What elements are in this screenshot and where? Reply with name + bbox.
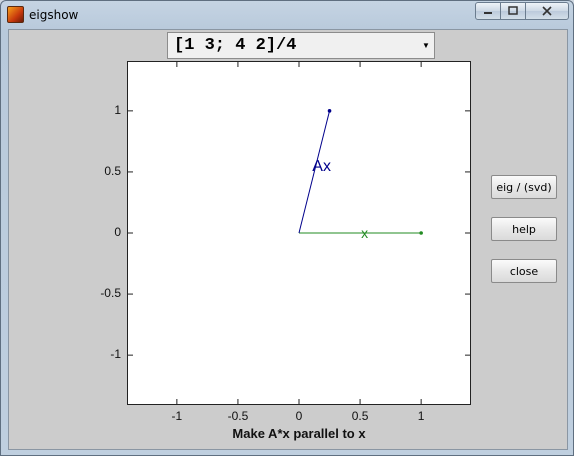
y-tick-label: 0 bbox=[114, 225, 121, 239]
close-button[interactable]: close bbox=[491, 259, 557, 283]
y-tick-label: -0.5 bbox=[100, 286, 121, 301]
vector-x-label: x bbox=[361, 225, 368, 241]
window-controls bbox=[475, 2, 569, 21]
close-window-button[interactable] bbox=[526, 2, 569, 20]
x-tick-label: -1 bbox=[171, 409, 183, 423]
minimize-icon bbox=[484, 12, 492, 14]
x-tick-label: 0.5 bbox=[351, 409, 369, 423]
x-tick-label: -0.5 bbox=[227, 409, 249, 423]
y-tick-label: 1 bbox=[114, 102, 121, 117]
x-axis-label: Make A*x parallel to x bbox=[232, 426, 366, 441]
plot-canvas: x Ax bbox=[128, 62, 470, 404]
help-button[interactable]: help bbox=[491, 217, 557, 241]
vector-ax-endpoint[interactable] bbox=[327, 109, 332, 113]
plot-axes[interactable]: x Ax bbox=[127, 61, 471, 405]
title-bar[interactable]: eigshow bbox=[1, 1, 573, 29]
matrix-select-value: [1 3; 4 2]/4 bbox=[174, 36, 297, 55]
vector-ax-label: Ax bbox=[312, 158, 331, 175]
eig-svd-button[interactable]: eig / (svd) bbox=[491, 175, 557, 199]
matrix-select[interactable]: [1 3; 4 2]/4 ▼ bbox=[167, 32, 435, 59]
y-tick-label: 0.5 bbox=[104, 163, 121, 178]
figure-area: [1 3; 4 2]/4 ▼ x Ax -1 -0.5 0 0.5 1 1 0.5 0 -0.5 -… bbox=[8, 29, 568, 450]
maximize-icon bbox=[508, 6, 518, 15]
maximize-button[interactable] bbox=[501, 2, 526, 20]
minimize-button[interactable] bbox=[475, 2, 501, 20]
matlab-icon bbox=[7, 6, 24, 23]
chevron-down-icon[interactable]: ▼ bbox=[418, 41, 434, 50]
y-tick-label: -1 bbox=[110, 347, 121, 362]
x-tick-label: 1 bbox=[417, 409, 425, 423]
window-title: eigshow bbox=[29, 8, 79, 22]
x-tick-label: 0 bbox=[295, 409, 303, 423]
eigshow-window: eigshow [1 3; 4 2]/4 ▼ x Ax -1 -0.5 0 0.5 1 1 0… bbox=[0, 0, 574, 456]
close-icon bbox=[542, 6, 552, 16]
vector-x-endpoint[interactable] bbox=[419, 231, 423, 235]
